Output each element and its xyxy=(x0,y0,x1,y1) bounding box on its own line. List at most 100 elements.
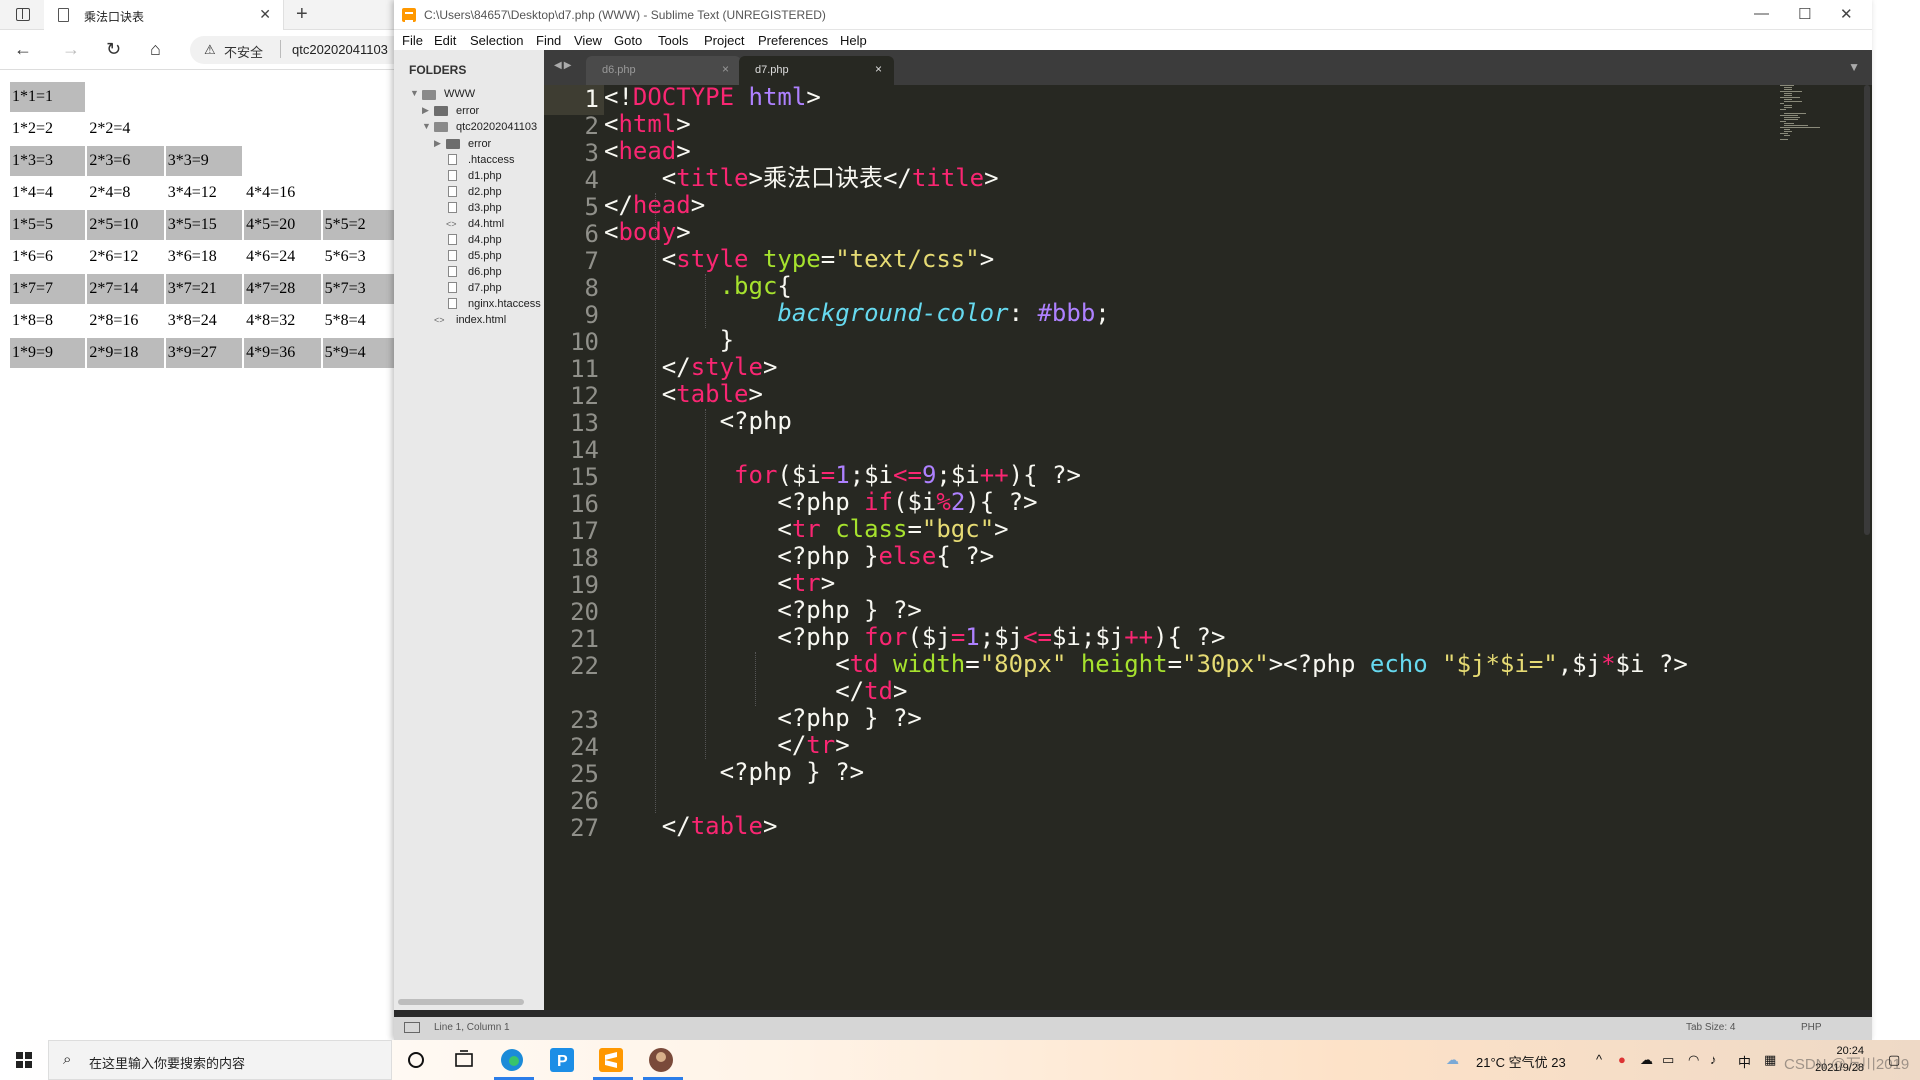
keyboard-icon[interactable]: ▦ xyxy=(1764,1052,1776,1068)
sidebar-item-d7[interactable]: d7.php xyxy=(468,282,502,294)
qq-icon[interactable]: ● xyxy=(1618,1052,1626,1067)
tab-d6[interactable]: d6.php × xyxy=(586,56,741,85)
maximize-icon[interactable]: ☐ xyxy=(1798,5,1811,23)
menu-project[interactable]: Project xyxy=(704,33,744,48)
editor-scrollbar[interactable] xyxy=(1864,85,1870,535)
table-row: 1*9=9 2*9=18 3*9=27 4*9=36 5*9=4 xyxy=(10,338,398,368)
edge-icon[interactable] xyxy=(498,1046,526,1074)
network-icon[interactable]: ◠ xyxy=(1688,1052,1699,1068)
windows-start-icon[interactable] xyxy=(16,1052,32,1068)
sidebar-item-d2[interactable]: d2.php xyxy=(468,186,502,198)
warning-icon[interactable]: ⚠ xyxy=(204,42,216,58)
multiplication-table: 1*1=1 1*2=2 2*2=4 1*3=3 2*3=6 3*3=9 1*4=4 2*4=8… xyxy=(8,80,400,370)
back-icon[interactable]: ← xyxy=(14,39,32,60)
sublime-icon[interactable] xyxy=(597,1046,625,1074)
avatar-app-icon[interactable] xyxy=(647,1046,675,1074)
minimap-line xyxy=(1784,135,1790,136)
sidebar-item-error[interactable]: error xyxy=(456,105,479,117)
expand-arrow-icon[interactable]: ▼ xyxy=(422,121,431,131)
browser-window: 乘法口诀表 ✕ + ← → ↻ ⌂ ⚠ 不安全 qtc20202041103 1… xyxy=(0,0,410,1040)
weather-text[interactable]: 21°C 空气优 23 xyxy=(1476,1052,1566,1071)
minimap-line xyxy=(1784,93,1792,94)
sidebar-item-nginx-htaccess[interactable]: nginx.htaccess xyxy=(468,298,541,310)
sidebar: FOLDERS ▼ WWW ▶ error ▼ qtc20202041103 ▶… xyxy=(394,50,544,1010)
taskbar: ⌕ 在这里输入你要搜索的内容 P ☁ 21°C 空气优 23 ^ ● ☁ ▭ ◠… xyxy=(0,1040,1920,1080)
menu-help[interactable]: Help xyxy=(840,33,867,48)
close-tab-icon[interactable]: × xyxy=(722,62,729,76)
menu-selection[interactable]: Selection xyxy=(470,33,523,48)
line-number: 8 xyxy=(584,274,599,302)
insecure-label[interactable]: 不安全 xyxy=(224,42,263,61)
code-line: </table> xyxy=(604,812,778,840)
sidebar-item-qtc-folder[interactable]: qtc20202041103 xyxy=(456,121,537,133)
notification-icon[interactable]: ▢ xyxy=(1888,1052,1900,1068)
sidebar-scrollbar[interactable] xyxy=(398,999,524,1005)
line-number: 9 xyxy=(584,301,599,329)
menu-view[interactable]: View xyxy=(574,33,602,48)
panel-toggle-icon[interactable] xyxy=(404,1022,420,1033)
sidebar-item-index[interactable]: index.html xyxy=(456,314,506,326)
tab-list-icon[interactable]: ▼ xyxy=(1848,60,1860,74)
sidebar-item-d5[interactable]: d5.php xyxy=(468,250,502,262)
task-view-icon[interactable] xyxy=(450,1046,478,1074)
table-cell: 4*4=16 xyxy=(246,184,296,201)
file-icon xyxy=(448,266,457,277)
cloud-tray-icon[interactable]: ☁ xyxy=(1640,1052,1653,1068)
sidebar-item-htaccess[interactable]: .htaccess xyxy=(468,154,514,166)
collapse-arrow-icon[interactable]: ▶ xyxy=(422,105,429,116)
tab-d7[interactable]: d7.php × xyxy=(739,56,894,85)
sidebar-item-d4-html[interactable]: d4.html xyxy=(468,218,504,230)
refresh-icon[interactable]: ↻ xyxy=(106,39,121,60)
menu-tools[interactable]: Tools xyxy=(658,33,688,48)
close-tab-icon[interactable]: ✕ xyxy=(259,6,271,23)
minimize-icon[interactable]: — xyxy=(1754,5,1769,22)
tray-expand-icon[interactable]: ^ xyxy=(1596,1052,1602,1067)
table-cell: 5*9=4 xyxy=(322,338,398,368)
menu-edit[interactable]: Edit xyxy=(434,33,456,48)
line-number: 2 xyxy=(584,112,599,140)
browser-tab-title: 乘法口诀表 xyxy=(84,10,145,24)
new-tab-button[interactable]: + xyxy=(296,3,308,26)
menu-goto[interactable]: Goto xyxy=(614,33,642,48)
cortana-icon[interactable] xyxy=(402,1046,430,1074)
syntax-mode[interactable]: PHP xyxy=(1801,1022,1822,1033)
sidebar-item-d6[interactable]: d6.php xyxy=(468,266,502,278)
taskbar-search-box[interactable]: ⌕ 在这里输入你要搜索的内容 xyxy=(48,1040,392,1080)
close-window-icon[interactable]: ✕ xyxy=(1840,5,1853,23)
home-icon[interactable]: ⌂ xyxy=(150,39,161,60)
sidebar-item-d3[interactable]: d3.php xyxy=(468,202,502,214)
weather-icon[interactable]: ☁ xyxy=(1446,1052,1459,1068)
address-url[interactable]: qtc20202041103 xyxy=(292,42,388,57)
table-cell: 2*4=8 xyxy=(89,184,131,201)
table-cell: 3*7=21 xyxy=(165,274,243,304)
ime-indicator[interactable]: 中 xyxy=(1738,1052,1751,1071)
forward-icon[interactable]: → xyxy=(62,39,80,60)
menu-preferences[interactable]: Preferences xyxy=(758,33,828,48)
table-row: 1*2=2 2*2=4 xyxy=(10,114,398,144)
tab-actions-icon[interactable] xyxy=(16,8,30,21)
tab-size[interactable]: Tab Size: 4 xyxy=(1686,1022,1735,1033)
sidebar-item-www[interactable]: WWW xyxy=(444,88,475,100)
expand-arrow-icon[interactable]: ▼ xyxy=(410,88,419,98)
p-app-icon[interactable]: P xyxy=(548,1046,576,1074)
close-tab-icon[interactable]: × xyxy=(875,62,882,76)
menu-find[interactable]: Find xyxy=(536,33,561,48)
table-cell: 2*8=16 xyxy=(89,312,139,329)
sidebar-item-error-sub[interactable]: error xyxy=(468,138,491,150)
table-cell: 2*9=18 xyxy=(87,338,164,368)
code-file-icon: <> xyxy=(434,315,445,325)
page-icon xyxy=(58,8,69,22)
sidebar-item-d4[interactable]: d4.php xyxy=(468,234,502,246)
line-number: 5 xyxy=(584,193,599,221)
browser-tab[interactable]: 乘法口诀表 ✕ xyxy=(44,0,284,30)
volume-icon[interactable]: ♪ xyxy=(1710,1052,1717,1067)
minimap[interactable] xyxy=(1780,85,1860,155)
code-editor[interactable]: 1 2 3 4 5 6 7 8 9 10 11 12 13 14 15 16 1… xyxy=(544,85,1872,1010)
menu-file[interactable]: File xyxy=(402,33,423,48)
battery-icon[interactable]: ▭ xyxy=(1662,1052,1674,1068)
minimap-line xyxy=(1780,97,1800,98)
line-gutter: 1 2 3 4 5 6 7 8 9 10 11 12 13 14 15 16 1… xyxy=(544,85,599,1010)
collapse-arrow-icon[interactable]: ▶ xyxy=(434,138,441,149)
tab-nav-arrows-icon[interactable]: ◀▶ xyxy=(554,60,573,71)
sidebar-item-d1[interactable]: d1.php xyxy=(468,170,502,182)
